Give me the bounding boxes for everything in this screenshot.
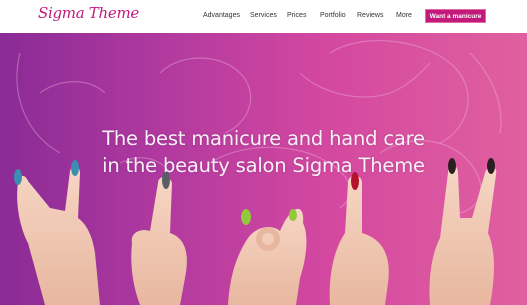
hero-headline-line-2: in the beauty salon Sigma Theme [102,154,425,177]
nav-item-more[interactable]: More [396,12,412,19]
page: Sigma Theme Advantages Services Prices P… [0,0,527,305]
hand-thumb-grey-nail [131,171,187,305]
want-manicure-button[interactable]: Want a manicure [425,9,486,23]
hand-thumb-red-nail [329,172,389,305]
hero-headline: The best manicure and hand care in the b… [0,125,527,179]
logo[interactable]: Sigma Theme [38,4,139,22]
nav-item-services[interactable]: Services [250,12,277,19]
nav-item-reviews[interactable]: Reviews [357,12,383,19]
nav-item-portfolio[interactable]: Portfolio [320,12,346,19]
hero-headline-line-1: The best manicure and hand care [102,127,425,150]
hand-peace-blue-nails [14,160,100,305]
site-header: Sigma Theme Advantages Services Prices P… [0,0,527,33]
hand-ok-green-nails [228,208,307,305]
nav-item-advantages[interactable]: Advantages [203,12,240,19]
hand-peace-black-nails [429,158,497,305]
hero-banner: The best manicure and hand care in the b… [0,33,527,305]
nav-item-prices[interactable]: Prices [287,12,306,19]
